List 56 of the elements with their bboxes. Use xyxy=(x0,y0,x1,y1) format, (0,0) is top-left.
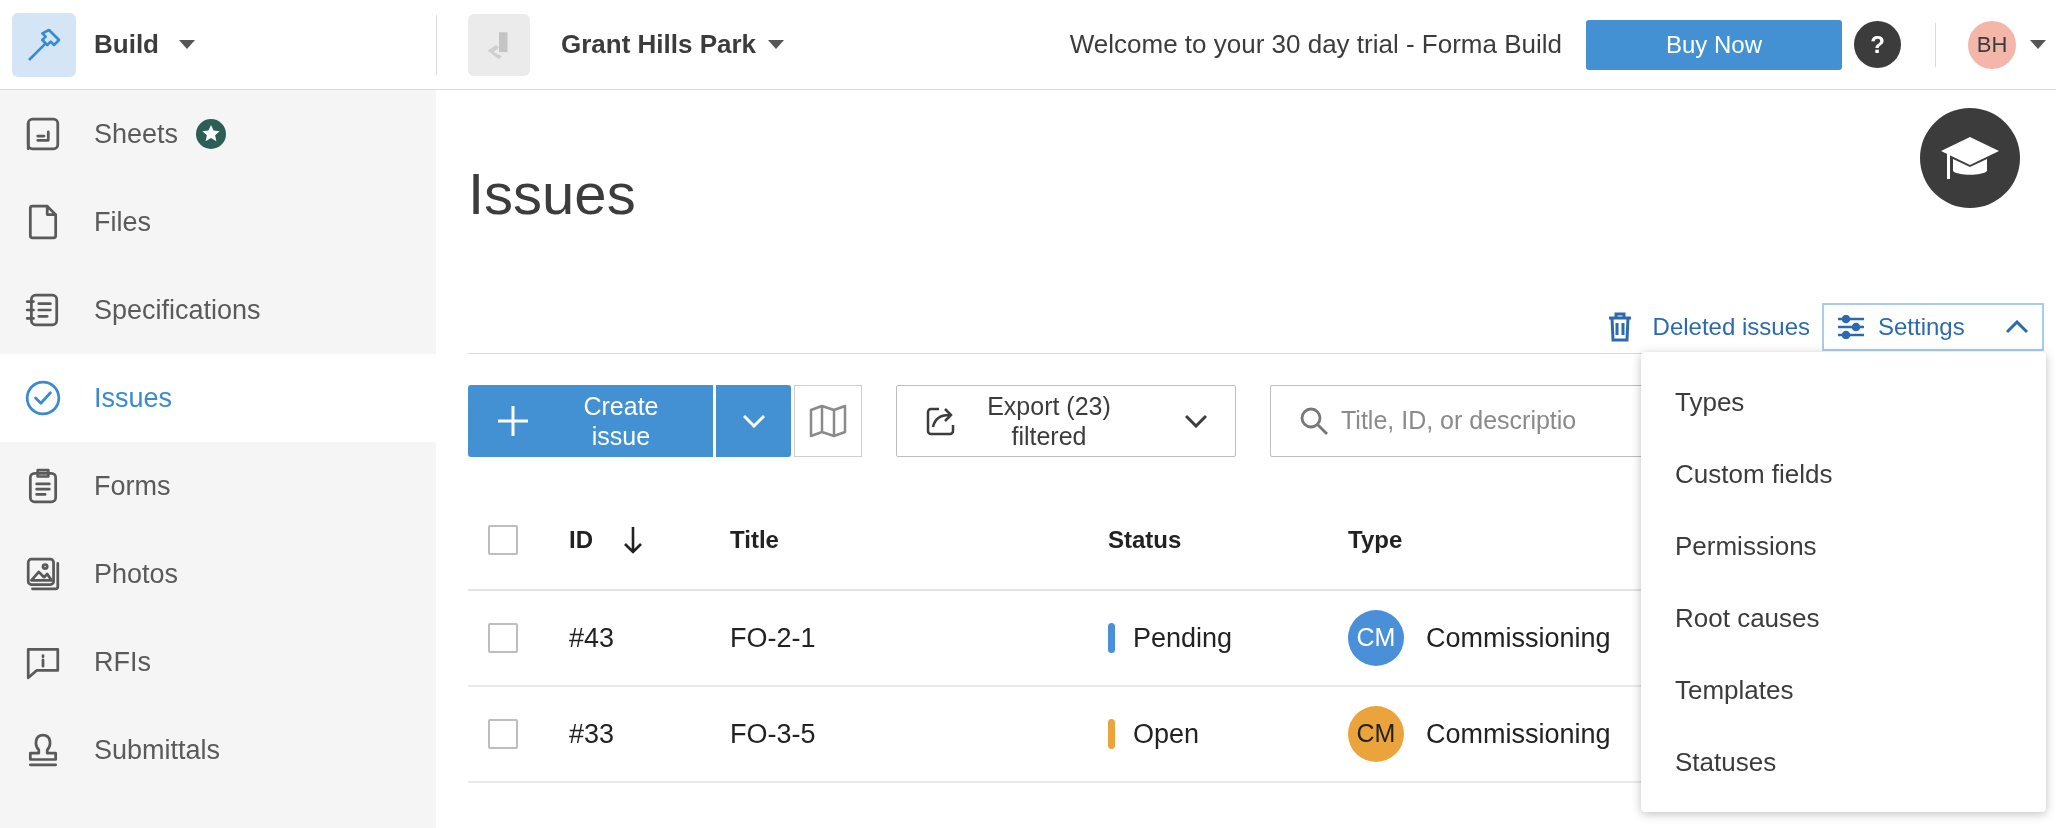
app-name[interactable]: Build xyxy=(94,25,159,64)
settings-menu-item[interactable]: Root causes xyxy=(1641,582,2046,654)
status-label: Pending xyxy=(1133,621,1233,655)
column-header[interactable]: Type xyxy=(1348,522,1403,558)
photos-icon xyxy=(24,555,62,593)
sidebar-item[interactable]: Files xyxy=(0,178,436,266)
export-button[interactable]: Export (23) filtered xyxy=(896,385,1236,457)
sort-arrow-icon[interactable] xyxy=(623,526,643,554)
settings-button[interactable]: Settings xyxy=(1822,303,2044,351)
type-label: Commissioning xyxy=(1426,621,1611,655)
sidebar-item[interactable]: Forms xyxy=(0,442,436,530)
project-name[interactable]: Grant Hills Park xyxy=(561,25,757,64)
sliders-icon xyxy=(1838,315,1864,339)
sheets-icon xyxy=(24,115,62,153)
issue-id: #33 xyxy=(569,717,615,751)
sidebar-item[interactable]: Issues xyxy=(0,354,436,442)
type-badge: CM xyxy=(1348,706,1404,762)
issue-title[interactable]: FO-3-5 xyxy=(730,713,816,755)
status-label: Open xyxy=(1133,717,1200,751)
sidebar-item[interactable]: Specifications xyxy=(0,266,436,354)
caret-icon[interactable] xyxy=(768,39,785,50)
map-icon xyxy=(809,404,847,438)
welcome-message: Welcome to your 30 day trial - Forma Build xyxy=(1069,28,1562,61)
hammer-icon[interactable] xyxy=(12,12,76,77)
share-icon xyxy=(925,405,957,437)
search-icon xyxy=(1299,406,1329,436)
caret-icon[interactable] xyxy=(2030,39,2046,50)
row-checkbox[interactable] xyxy=(488,623,518,653)
settings-menu-item[interactable]: Templates xyxy=(1641,654,2046,726)
chevron-down-icon xyxy=(1185,414,1207,428)
settings-menu-item[interactable]: Permissions xyxy=(1641,510,2046,582)
issues-icon xyxy=(24,379,62,417)
plus-icon xyxy=(498,406,528,436)
sidebar-item[interactable]: Submittals xyxy=(0,706,436,794)
sidebar-item[interactable]: Photos xyxy=(0,530,436,618)
map-button[interactable] xyxy=(794,385,862,457)
sidebar-item[interactable]: Sheets xyxy=(0,90,436,178)
select-all-checkbox[interactable] xyxy=(488,525,518,555)
column-header[interactable]: ID xyxy=(569,522,593,558)
help-button[interactable]: ? xyxy=(1854,21,1901,68)
column-header[interactable]: Status xyxy=(1108,522,1182,558)
caret-icon[interactable] xyxy=(179,39,195,50)
user-avatar[interactable]: BH xyxy=(1968,20,2016,69)
chevron-down-icon xyxy=(742,414,765,428)
type-label: Commissioning xyxy=(1426,717,1611,751)
issue-id: #43 xyxy=(569,621,615,655)
page-title: Issues xyxy=(468,160,636,228)
trash-icon xyxy=(1606,312,1633,342)
column-header[interactable]: Title xyxy=(730,522,779,558)
sidebar-item[interactable]: RFIs xyxy=(0,618,436,706)
chevron-icon xyxy=(2006,320,2028,334)
type-badge: CM xyxy=(1348,610,1404,666)
deleted-issues-link[interactable]: Deleted issues xyxy=(1606,309,1810,345)
issue-title[interactable]: FO-2-1 xyxy=(730,617,816,659)
settings-menu-item[interactable]: Statuses xyxy=(1641,726,2046,798)
row-checkbox[interactable] xyxy=(488,719,518,749)
